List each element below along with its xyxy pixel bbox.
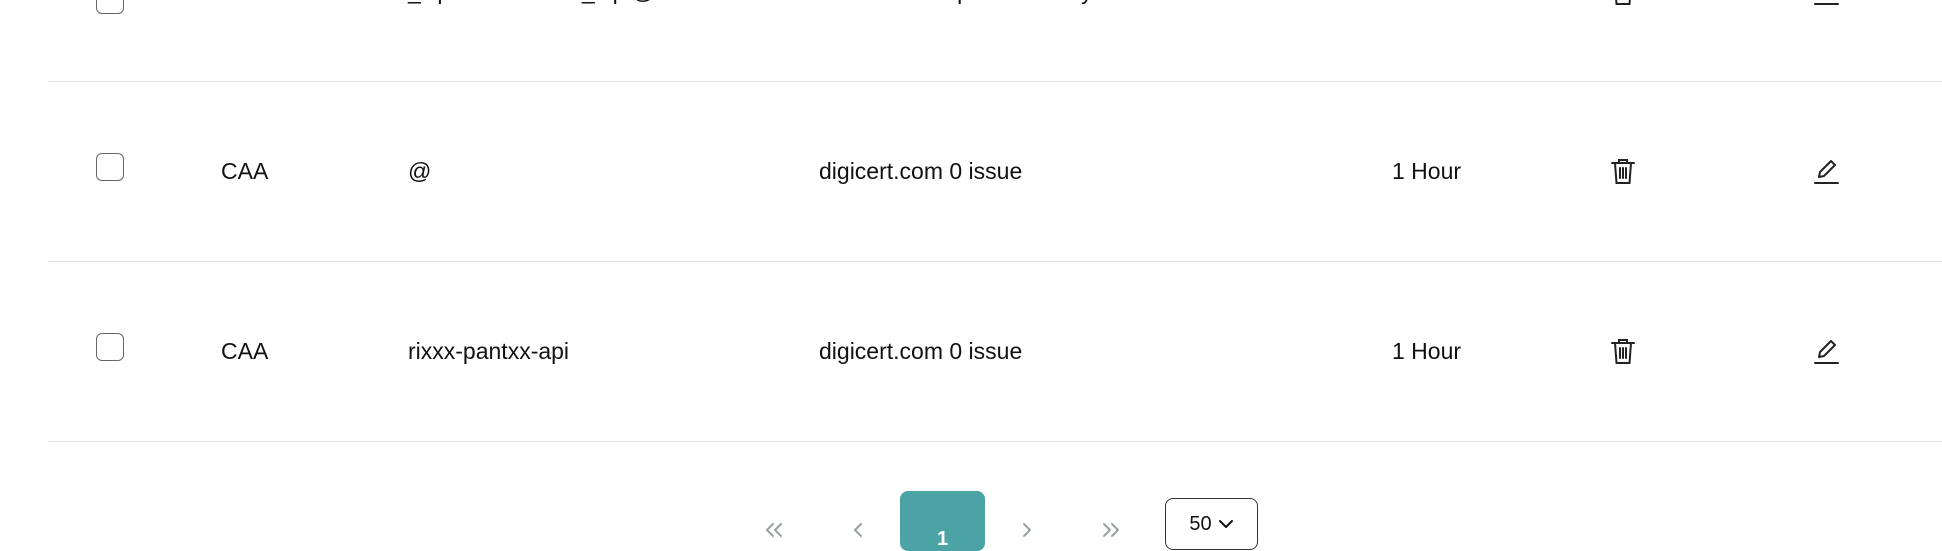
pagination: 1 50 <box>0 480 1942 551</box>
delete-icon[interactable] <box>1603 331 1643 371</box>
record-ttl: 1 Hour <box>1392 338 1462 364</box>
chevron-down-icon <box>1218 520 1233 528</box>
row-checkbox[interactable] <box>96 333 124 361</box>
page-size-select[interactable]: 50 <box>1165 498 1258 550</box>
record-name: @ <box>408 158 432 184</box>
edit-icon[interactable] <box>1806 151 1846 191</box>
edit-icon[interactable] <box>1806 0 1846 12</box>
chevron-right-icon[interactable] <box>1015 518 1039 542</box>
record-type: CAA <box>221 338 269 364</box>
record-name: _sipfederationtls._tcp.@ <box>408 0 655 81</box>
delete-icon[interactable] <box>1603 151 1643 191</box>
table-row: CAA rixxx-pantxx-api digicert.com 0 issu… <box>48 262 1942 442</box>
double-chevron-right-icon[interactable] <box>1093 518 1129 542</box>
record-ttl: 1 Hour <box>1392 158 1462 184</box>
record-value: digicert.com 0 issue <box>819 158 1023 184</box>
record-type: CAA <box>221 158 269 184</box>
table-row: CAA @ digicert.com 0 issue 1 Hour <box>48 82 1942 262</box>
record-value: 100 1 5061 sipfed.online.lync.com. <box>819 0 1173 81</box>
record-ttl: 1 Hour <box>1392 0 1461 81</box>
chevron-left-icon[interactable] <box>846 518 870 542</box>
page-button-current[interactable]: 1 <box>900 491 985 551</box>
record-type: SRV <box>221 0 268 81</box>
page-size-value: 50 <box>1189 512 1212 535</box>
delete-icon[interactable] <box>1603 0 1643 12</box>
record-value: digicert.com 0 issue <box>819 338 1023 364</box>
row-checkbox[interactable] <box>96 0 124 14</box>
double-chevron-left-icon[interactable] <box>756 518 792 542</box>
table-row: SRV _sipfederationtls._tcp.@ 100 1 5061 … <box>48 0 1942 82</box>
record-name: rixxx-pantxx-api <box>408 338 570 364</box>
edit-icon[interactable] <box>1806 331 1846 371</box>
row-checkbox[interactable] <box>96 153 124 181</box>
